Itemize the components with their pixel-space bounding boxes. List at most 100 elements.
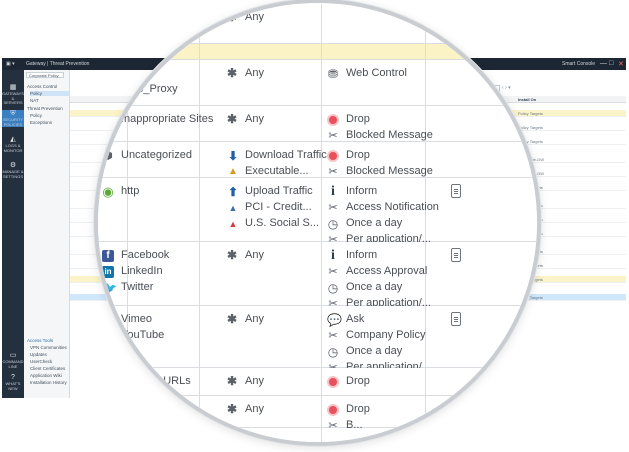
- rule-row[interactable]: ⬢ Uncategorized ⬇ Download Traffic ▲ Executab…: [98, 142, 537, 178]
- tool-vpn-communities[interactable]: VPN Communities: [30, 345, 67, 350]
- content-label: Upload Traffic: [245, 185, 313, 197]
- nav-security-policies[interactable]: ⛨ SECURITY POLICIES: [2, 110, 24, 127]
- rule-row[interactable]: ⌘ Inappropriate Sites ✱ Any Drop ✂ Blocked Mes…: [98, 106, 537, 142]
- column-divider: [321, 178, 322, 242]
- rule-row[interactable]: Any◉http⬆Upload Traffic▲PCI - Credit...▲…: [98, 178, 537, 246]
- tool-usercheck[interactable]: UserCheck: [30, 359, 52, 364]
- console-title: Smart Console: [562, 61, 596, 67]
- content-label: Any: [245, 11, 264, 23]
- command-icon: ⌘: [102, 67, 114, 81]
- section-header-row[interactable]: [98, 44, 537, 60]
- column-divider: [199, 428, 200, 442]
- column-divider: [321, 428, 322, 442]
- tool-application-wiki[interactable]: Application Wiki: [30, 373, 62, 378]
- nav-logs[interactable]: ◭ LOGS & MONITOR: [2, 136, 24, 153]
- asterisk-icon: ✱: [227, 10, 238, 24]
- tree-item-tp-policy[interactable]: Policy: [30, 113, 42, 118]
- nav-gateways[interactable]: ▦ GATEWAYS & SERVERS: [2, 84, 24, 106]
- nav-label: COMMAND LINE: [2, 359, 24, 369]
- maximize-icon[interactable]: □: [609, 60, 613, 67]
- command-icon: ⌘: [102, 83, 114, 97]
- column-divider: [321, 368, 322, 396]
- column-divider: [321, 106, 322, 142]
- vimeo-icon: V: [102, 314, 114, 326]
- content-label: Any: [245, 435, 264, 446]
- action-label: Inform: [346, 185, 378, 197]
- rule-row[interactable]: ✱ Any: [98, 4, 537, 44]
- action-label: Access Approval: [346, 265, 428, 277]
- magnifier-lens: ✱ Any ⌘ Web ⌘ Web_Proxy ✱ Any ⛃ Web Control ⌘ Inapp…: [94, 0, 541, 446]
- column-divider: [321, 4, 322, 44]
- column-divider: [127, 4, 128, 44]
- drop-icon: [327, 150, 339, 162]
- tree-item-nat[interactable]: NAT: [30, 98, 39, 103]
- tree-item-threat-prevention[interactable]: Threat Prevention: [27, 106, 63, 111]
- asterisk-icon: ✱: [227, 374, 238, 388]
- youtube-icon: You: [102, 330, 114, 342]
- minimize-icon[interactable]: —: [600, 60, 607, 67]
- policy-tab[interactable]: Corporate Policy: [26, 72, 64, 78]
- column-divider: [425, 60, 426, 106]
- zoomed-rule-table: ✱ Any ⌘ Web ⌘ Web_Proxy ✱ Any ⛃ Web Control ⌘ Inapp…: [98, 4, 537, 446]
- grid-icon: ▦: [102, 376, 114, 388]
- web-control-icon: ⛃: [327, 67, 339, 81]
- column-divider: [199, 44, 200, 60]
- info-icon: i: [331, 248, 335, 263]
- tree-item-policy[interactable]: Policy: [30, 91, 70, 96]
- tool-icon: ✂: [328, 266, 338, 278]
- nav-label: MANAGE & SETTINGS: [2, 169, 24, 179]
- left-navigation: ▦ GATEWAYS & SERVERS ⛨ SECURITY POLICIES…: [2, 70, 24, 398]
- column-divider: [321, 44, 322, 60]
- action-label: Drop: [346, 113, 370, 125]
- app-menu-icon[interactable]: ▣ ▾: [6, 61, 15, 67]
- tool-installation-history[interactable]: Installation History: [30, 380, 67, 385]
- content-label: Any: [245, 113, 264, 125]
- rule-row[interactable]: ⌘ Web ⌘ Web_Proxy ✱ Any ⛃ Web Control: [98, 60, 537, 106]
- action-label: Drop: [346, 149, 370, 161]
- rule-row[interactable]: AnyfFacebookinLinkedIn🐦Twitter✱AnyiInfor…: [98, 242, 537, 310]
- applications-label: Uncategorized: [121, 149, 192, 161]
- column-divider: [199, 4, 200, 44]
- action-label: Drop: [346, 403, 370, 415]
- column-divider: [425, 396, 426, 428]
- rule-details-button[interactable]: [451, 248, 461, 262]
- command-icon: ⌘: [102, 435, 114, 446]
- tree-item-exceptions[interactable]: Exceptions: [30, 120, 52, 125]
- rule-row[interactable]: V Vimeo You YouTube ✱ Any 💬 Ask ✂ Company Policy ◷…: [98, 306, 537, 374]
- rule-row[interactable]: ✱ Any ✱ Any Drop ✂ B...: [98, 396, 537, 432]
- tool-client-certificates[interactable]: Client Certificates: [30, 366, 65, 371]
- clock-icon: ◷: [327, 217, 339, 231]
- nav-whats-new[interactable]: ? WHAT'S NEW: [2, 374, 24, 391]
- asterisk-icon: ✱: [227, 112, 238, 126]
- drop-icon: [327, 114, 339, 126]
- applications-label: Web_Proxy: [121, 83, 178, 95]
- rule-details-button[interactable]: [451, 312, 461, 326]
- tool-updates[interactable]: Updates: [30, 352, 47, 357]
- tree-item-access-control[interactable]: Access Control: [27, 84, 57, 89]
- clock-icon: ◷: [327, 345, 339, 359]
- action-label: Ask: [346, 313, 365, 325]
- facebook-icon: f: [102, 250, 114, 262]
- rule-row[interactable]: ▦ Blocked URLs ✱ Any Drop: [98, 368, 537, 396]
- content-label: Any: [245, 375, 264, 387]
- content-label: PCI - Credit...: [245, 201, 312, 213]
- command-icon: ⌘: [102, 113, 114, 127]
- nav-command-line[interactable]: ▭ COMMAND LINE: [2, 352, 24, 369]
- globe-icon: ◉: [102, 184, 114, 199]
- applications-label: ...ms: [121, 435, 145, 446]
- close-icon[interactable]: ✕: [618, 60, 624, 68]
- rule-details-button[interactable]: [451, 184, 461, 198]
- rule-row[interactable]: ⌘ ...ms ✱ Any: [98, 428, 537, 446]
- applications-label: LinkedIn: [121, 265, 163, 277]
- action-label: Inform: [346, 249, 378, 261]
- column-divider: [321, 60, 322, 106]
- window-title: Gateway | Threat Prevention: [26, 61, 90, 67]
- column-divider: [199, 178, 200, 242]
- nav-label: LOGS & MONITOR: [3, 143, 23, 153]
- nav-label: WHAT'S NEW: [5, 381, 21, 391]
- content-label: Download Traffic: [245, 149, 327, 161]
- column-divider: [321, 396, 322, 428]
- nav-manage[interactable]: ⚙ MANAGE & SETTINGS: [2, 162, 24, 179]
- linkedin-icon: in: [102, 266, 114, 278]
- tool-icon: ✂: [328, 166, 338, 178]
